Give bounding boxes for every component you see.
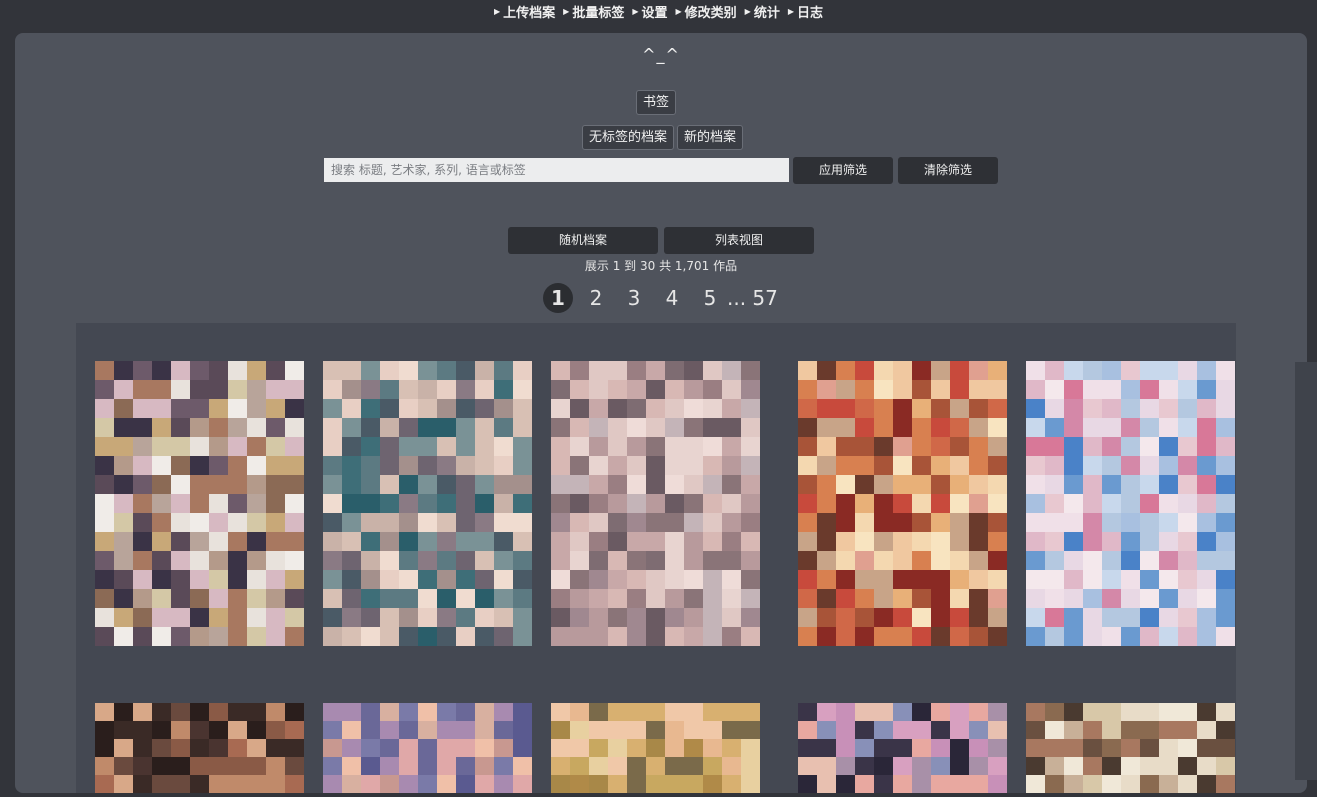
new-archives-button[interactable]: 新的档案 xyxy=(677,125,744,150)
thumbnail-image xyxy=(798,361,1008,647)
nav-link-label: 日志 xyxy=(797,5,824,21)
archive-thumbnail[interactable] xyxy=(1026,361,1236,647)
thumbnail-image xyxy=(95,361,305,647)
triangle-right-icon: ▶ xyxy=(493,6,501,16)
triangle-right-icon: ▶ xyxy=(632,6,639,16)
page-current[interactable]: 1 xyxy=(543,283,573,313)
nav-link-label: 修改类别 xyxy=(684,5,737,21)
bookmark-button[interactable]: 书签 xyxy=(636,90,677,115)
page-ellipsis: ... xyxy=(727,286,747,310)
random-archive-button[interactable]: 随机档案 xyxy=(508,227,658,254)
triangle-right-icon: ▶ xyxy=(675,6,682,16)
search-input[interactable] xyxy=(324,158,789,182)
main-panel: ^_^ 书签 无标签的档案 新的档案 应用筛选 清除筛选 随机档案 列表视图 展… xyxy=(15,33,1307,794)
page-link[interactable]: 3 xyxy=(619,283,649,313)
triangle-right-icon: ▶ xyxy=(744,6,751,16)
nav-link-label: 上传档案 xyxy=(503,5,556,21)
site-logo[interactable]: ^_^ xyxy=(15,45,1307,64)
top-nav: ▶ 上传档案 ▶ 批量标签 ▶ 设置 ▶ 修改类别 ▶ 统计 ▶ 日志 xyxy=(0,0,1317,22)
apply-filter-button[interactable]: 应用筛选 xyxy=(793,157,893,184)
untagged-archives-button[interactable]: 无标签的档案 xyxy=(582,125,675,150)
scrollbar[interactable] xyxy=(1295,362,1317,780)
thumbnail-image xyxy=(551,361,761,647)
archive-thumbnail[interactable] xyxy=(323,361,533,647)
thumbnail-image xyxy=(1026,361,1236,647)
archive-grid xyxy=(76,323,1236,794)
page-link[interactable]: 5 xyxy=(695,283,725,313)
nav-link[interactable]: ▶ 上传档案 xyxy=(494,2,555,21)
pagination: 1 2 3 4 5... 57 xyxy=(543,283,788,313)
page-last[interactable]: 57 xyxy=(750,283,780,313)
nav-link[interactable]: ▶ 统计 xyxy=(745,2,780,21)
page-link[interactable]: 4 xyxy=(657,283,687,313)
nav-link[interactable]: ▶ 日志 xyxy=(788,2,823,21)
page-link[interactable]: 2 xyxy=(581,283,611,313)
nav-link-label: 统计 xyxy=(753,5,780,21)
clear-filter-button[interactable]: 清除筛选 xyxy=(898,157,998,184)
nav-link[interactable]: ▶ 批量标签 xyxy=(563,2,624,21)
nav-link[interactable]: ▶ 设置 xyxy=(632,2,667,21)
thumbnail-image xyxy=(323,361,533,647)
list-view-button[interactable]: 列表视图 xyxy=(664,227,814,254)
nav-link[interactable]: ▶ 修改类别 xyxy=(676,2,737,21)
nav-link-label: 设置 xyxy=(641,5,668,21)
triangle-right-icon: ▶ xyxy=(563,6,570,16)
results-summary: 展示 1 到 30 共 1,701 作品 xyxy=(584,259,738,273)
triangle-right-icon: ▶ xyxy=(787,6,794,16)
archive-thumbnail[interactable] xyxy=(798,361,1008,647)
nav-link-label: 批量标签 xyxy=(572,5,625,21)
archive-thumbnail[interactable] xyxy=(95,361,305,647)
archive-thumbnail[interactable] xyxy=(551,361,761,647)
